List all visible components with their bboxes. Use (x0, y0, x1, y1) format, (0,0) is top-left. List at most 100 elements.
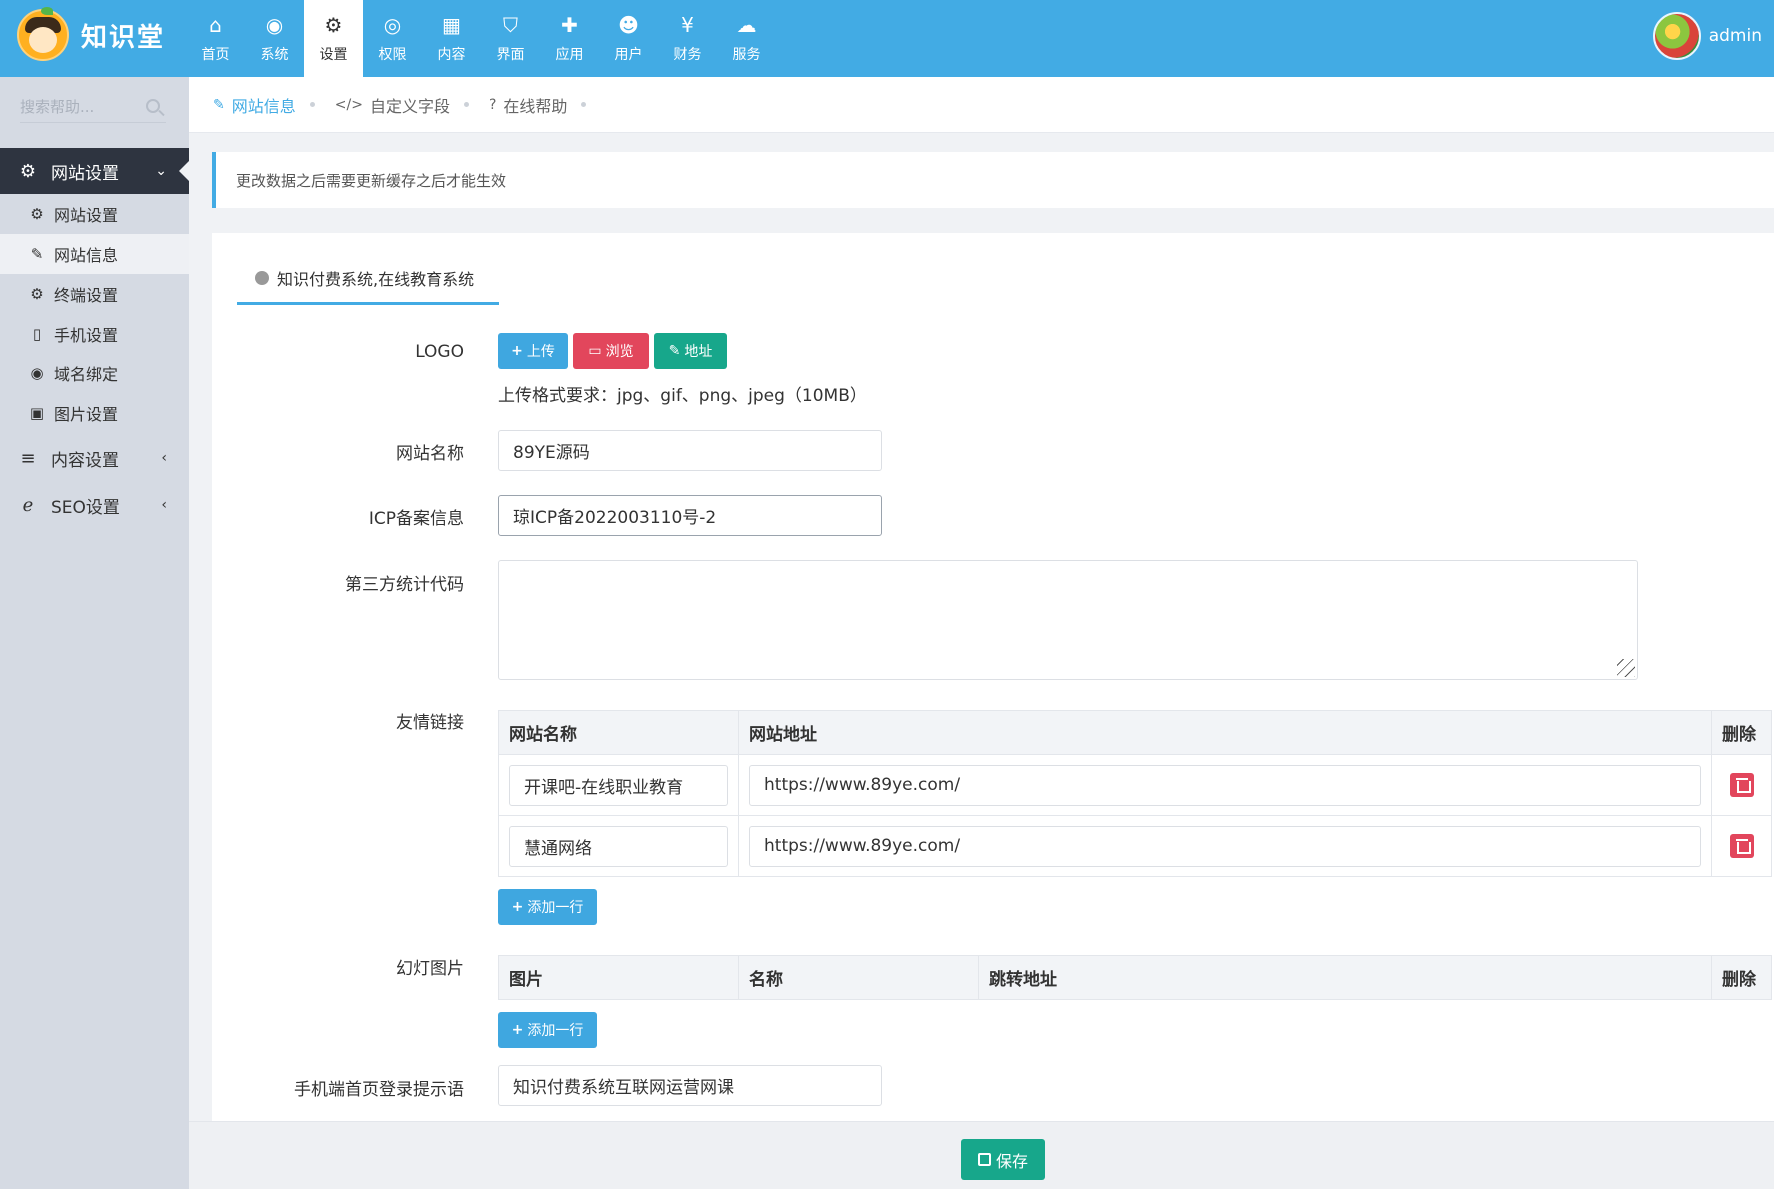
brand-logo-icon (17, 7, 69, 61)
top-bar: 知识堂 ⌂ 首页 ◉ 系统 ⚙ 设置 ◎ 权限 ▦ 内容 ⛉ 界面 ✚ 应用 ☻ 用户 ¥ 财务 ☁ 服务 admin (0, 0, 1774, 77)
sidebar-item-domain-binding[interactable]: ◉ 域名绑定 (0, 353, 189, 393)
gears-icon: ⚙ (324, 12, 343, 37)
separator-dot (463, 102, 469, 107)
sidebar-group-content-settings[interactable]: ≡ 内容设置 ‹ (0, 435, 189, 481)
plus-icon: + (511, 343, 523, 359)
sidebar-item-label: 终端设置 (54, 286, 119, 305)
table-row: 开课吧-在线职业教育 https://www.89ye.com/ (498, 754, 1772, 816)
topnav-label: 应用 (555, 46, 584, 63)
topnav-item-6[interactable]: ✚ 应用 (540, 0, 599, 77)
gear-icon: ⚙ (30, 205, 44, 223)
topnav-label: 服务 (732, 46, 761, 63)
mobile-icon: ▯ (32, 325, 42, 343)
sidebar-group-seo-settings[interactable]: ℯ SEO设置 ‹ (0, 482, 189, 528)
upload-button-label: 上传 (526, 344, 555, 360)
user-menu[interactable]: admin (1652, 12, 1762, 60)
logo-label: LOGO (415, 342, 464, 362)
topnav-item-1[interactable]: ◉ 系统 (245, 0, 304, 77)
bars-icon: ≡ (20, 447, 36, 469)
brand[interactable]: 知识堂 (17, 5, 165, 65)
tab-site-info[interactable]: ✎ 网站信息 (213, 93, 315, 117)
column-header: 图片 (498, 955, 739, 1000)
topnav-item-9[interactable]: ☁ 服务 (717, 0, 776, 77)
folder-icon: ▭ (588, 343, 602, 359)
site-name-input[interactable] (498, 430, 882, 471)
plus-icon: + (511, 899, 524, 915)
stats-code-textarea[interactable] (498, 560, 1638, 680)
gear-icon: ⚙ (19, 160, 37, 182)
topnav-item-0[interactable]: ⌂ 首页 (186, 0, 245, 77)
topnav-item-8[interactable]: ¥ 财务 (658, 0, 717, 77)
topnav-label: 内容 (437, 46, 466, 63)
chevron-left-icon: ‹ (161, 497, 167, 513)
tab-online-help[interactable]: ? 在线帮助 (488, 93, 587, 117)
slides-table: 图片 名称 跳转地址 删除 (498, 955, 1772, 1000)
sidebar-group-site-settings[interactable]: ⚙ 网站设置 ⌄ (0, 148, 189, 194)
site-name-label: 网站名称 (396, 444, 464, 464)
image-icon: ▣ (29, 404, 45, 422)
puzzle-icon: ✚ (561, 12, 578, 37)
save-button[interactable]: 保存 (961, 1139, 1045, 1180)
upload-button[interactable]: + 上传 (498, 333, 568, 369)
save-button-label: 保存 (995, 1151, 1028, 1171)
sidebar-item-image-settings[interactable]: ▣ 图片设置 (0, 393, 189, 433)
topnav-label: 用户 (614, 46, 643, 63)
delete-row-button[interactable] (1729, 773, 1754, 797)
question-icon: ? (488, 96, 497, 113)
chevron-down-icon: ⌄ (155, 163, 167, 179)
save-bar: 保存 (189, 1121, 1774, 1189)
add-slide-row-button[interactable]: + 添加一行 (498, 1012, 597, 1048)
gears-icon: ⚙ (30, 285, 44, 303)
add-link-row-button[interactable]: + 添加一行 (498, 889, 597, 925)
sidebar-item-label: 图片设置 (54, 405, 119, 424)
link-name-input[interactable]: 慧通网络 (509, 825, 728, 867)
topnav-item-5[interactable]: ⛉ 界面 (481, 0, 540, 77)
sidebar-item-site-settings[interactable]: ⚙ 网站设置 (0, 194, 189, 234)
home-icon: ⌂ (209, 12, 222, 37)
address-button[interactable]: ✎ 地址 (654, 333, 727, 369)
topnav-item-7[interactable]: ☻ 用户 (599, 0, 658, 77)
help-search-input[interactable] (20, 93, 140, 121)
panel-tab[interactable]: 知识付费系统,在线教育系统 (237, 253, 499, 305)
sidebar-item-terminal-settings[interactable]: ⚙ 终端设置 (0, 274, 189, 314)
user-name[interactable]: admin (1709, 26, 1762, 46)
mobile-tip-label: 手机端首页登录提示语 (294, 1080, 464, 1100)
user-icon: ☻ (618, 12, 639, 37)
topnav-label: 首页 (201, 46, 230, 63)
column-header: 删除 (1711, 710, 1772, 755)
tab-custom-fields[interactable]: </> 自定义字段 (335, 93, 469, 117)
topnav-item-4[interactable]: ▦ 内容 (422, 0, 481, 77)
sidebar-group-label: SEO设置 (51, 497, 120, 518)
link-name-input[interactable]: 开课吧-在线职业教育 (509, 764, 728, 806)
tab-label: 网站信息 (231, 96, 296, 116)
friend-links-label: 友情链接 (396, 713, 464, 733)
search-icon[interactable] (146, 99, 160, 113)
column-header: 跳转地址 (978, 955, 1712, 1000)
edit-icon: ✎ (668, 343, 681, 359)
topnav-label: 系统 (260, 46, 289, 63)
avatar[interactable] (1652, 12, 1701, 60)
sidebar-item-site-info[interactable]: ✎ 网站信息 (0, 234, 189, 274)
column-header: 网站地址 (738, 710, 1712, 755)
topnav-item-2[interactable]: ⚙ 设置 (304, 0, 363, 77)
tab-label: 在线帮助 (503, 96, 568, 116)
cache-notice: 更改数据之后需要更新缓存之后才能生效 (212, 152, 1774, 208)
link-url-input[interactable]: https://www.89ye.com/ (749, 825, 1701, 867)
icp-input[interactable] (498, 495, 882, 536)
sidebar-item-mobile-settings[interactable]: ▯ 手机设置 (0, 314, 189, 354)
globe-icon: ◉ (30, 364, 44, 382)
link-url-input[interactable]: https://www.89ye.com/ (749, 764, 1701, 806)
friend-links-table: 网站名称 网站地址 删除 开课吧-在线职业教育 https://www.89ye… (498, 710, 1772, 877)
topnav-label: 设置 (319, 46, 348, 63)
delete-row-button[interactable] (1729, 834, 1754, 858)
add-row-label: 添加一行 (527, 900, 584, 916)
brand-name: 知识堂 (81, 22, 166, 53)
notice-text: 更改数据之后需要更新缓存之后才能生效 (236, 171, 507, 190)
sidebar-item-label: 网站设置 (54, 206, 119, 225)
topnav-item-3[interactable]: ◎ 权限 (363, 0, 422, 77)
resize-handle-icon[interactable] (1617, 659, 1635, 677)
browse-button[interactable]: ▭ 浏览 (573, 333, 649, 369)
stats-code-label: 第三方统计代码 (345, 575, 464, 595)
chevron-left-icon: ‹ (161, 450, 167, 466)
mobile-tip-input[interactable] (498, 1065, 882, 1106)
